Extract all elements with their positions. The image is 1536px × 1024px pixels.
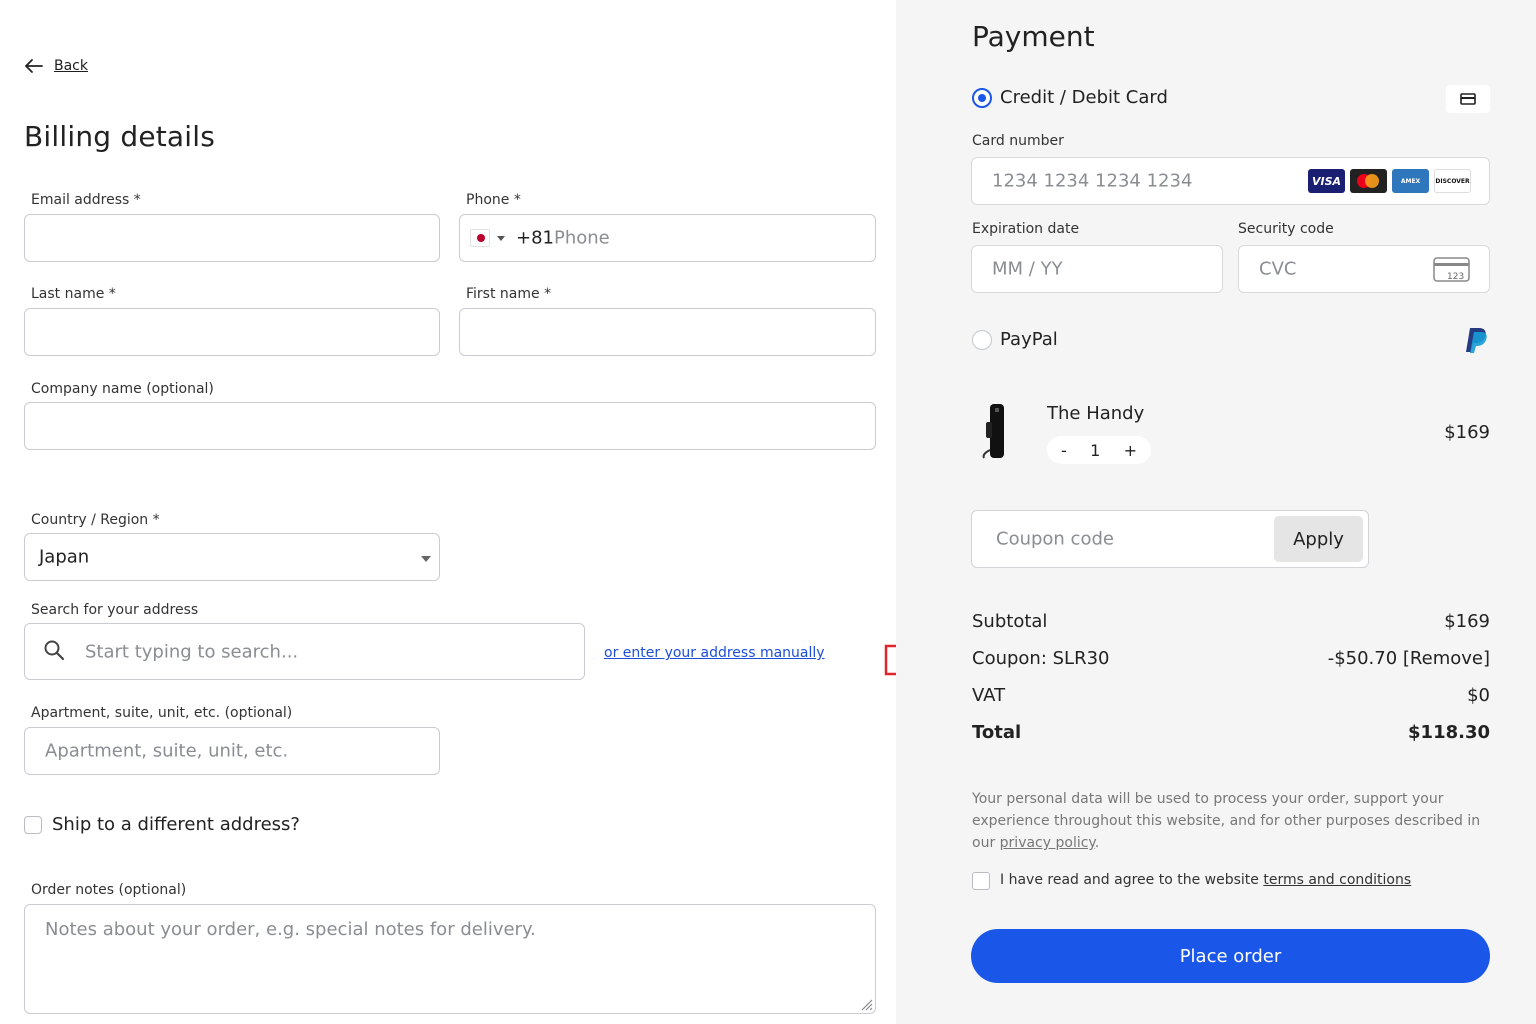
country-select[interactable]: Japan xyxy=(24,533,440,581)
country-value: Japan xyxy=(39,546,90,568)
coupon-row: Coupon: SLR30 -$50.70 [Remove] xyxy=(972,648,1490,669)
search-placeholder: Start typing to search... xyxy=(85,641,299,662)
security-code-input[interactable]: CVC 123 xyxy=(1238,245,1490,293)
phone-label: Phone * xyxy=(466,192,521,208)
last-name-label: Last name * xyxy=(31,286,116,302)
last-name-field[interactable] xyxy=(24,308,440,356)
resize-handle-icon[interactable] xyxy=(857,995,873,1011)
vat-value: $0 xyxy=(1467,685,1490,706)
place-order-button[interactable]: Place order xyxy=(971,929,1490,983)
address-search-input[interactable]: Start typing to search... xyxy=(24,623,585,680)
terms-text: I have read and agree to the website xyxy=(1000,872,1264,888)
coupon-placeholder: Coupon code xyxy=(996,528,1114,550)
security-code-placeholder: CVC xyxy=(1259,258,1297,280)
arrow-left-icon xyxy=(25,59,43,73)
increase-quantity-button[interactable]: + xyxy=(1124,441,1137,460)
visa-icon: VISA xyxy=(1308,169,1345,193)
back-label: Back xyxy=(54,58,88,74)
product-price: $169 xyxy=(1444,422,1490,443)
japan-flag-icon[interactable] xyxy=(470,229,490,247)
apply-coupon-button[interactable]: Apply xyxy=(1274,516,1363,562)
coupon-input[interactable]: Coupon code Apply xyxy=(971,510,1369,568)
quantity-value: 1 xyxy=(1090,440,1101,460)
terms-link[interactable]: terms and conditions xyxy=(1263,872,1411,888)
card-number-placeholder: 1234 1234 1234 1234 xyxy=(992,170,1193,192)
card-number-label: Card number xyxy=(972,133,1064,149)
card-option-label[interactable]: Credit / Debit Card xyxy=(1000,87,1168,108)
email-field[interactable] xyxy=(24,214,440,262)
card-badge xyxy=(1446,85,1490,113)
paypal-option-label[interactable]: PayPal xyxy=(1000,329,1058,350)
security-code-label: Security code xyxy=(1238,221,1334,237)
total-row: Total $118.30 xyxy=(972,722,1490,743)
mastercard-icon xyxy=(1350,169,1387,193)
subtotal-label: Subtotal xyxy=(972,611,1048,632)
cvc-icon-text: 123 xyxy=(1447,272,1464,282)
order-notes-placeholder: Notes about your order, e.g. special not… xyxy=(45,919,536,940)
billing-panel: Back Billing details Email address * Pho… xyxy=(0,0,896,1024)
decrease-quantity-button[interactable]: - xyxy=(1061,441,1067,460)
order-notes-label: Order notes (optional) xyxy=(31,882,187,898)
total-value: $118.30 xyxy=(1408,722,1490,743)
expiration-input[interactable]: MM / YY xyxy=(971,245,1223,293)
back-link[interactable]: Back xyxy=(24,56,88,76)
card-brands: VISA AMEX DISCOVER xyxy=(1308,169,1471,193)
discover-icon: DISCOVER xyxy=(1434,169,1471,193)
card-number-input[interactable]: 1234 1234 1234 1234 VISA AMEX DISCOVER xyxy=(971,157,1490,205)
payment-title: Payment xyxy=(972,20,1095,53)
coupon-discount-value[interactable]: -$50.70 [Remove] xyxy=(1328,648,1490,669)
ship-different-label: Ship to a different address? xyxy=(52,814,300,835)
coupon-label: Coupon: SLR30 xyxy=(972,648,1110,669)
privacy-policy-link[interactable]: privacy policy xyxy=(1000,835,1095,851)
privacy-end: . xyxy=(1094,835,1100,851)
first-name-label: First name * xyxy=(466,286,552,302)
chevron-down-icon xyxy=(421,556,431,562)
apartment-field[interactable]: Apartment, suite, unit, etc. xyxy=(24,727,440,775)
apartment-label: Apartment, suite, unit, etc. (optional) xyxy=(31,705,293,721)
subtotal-row: Subtotal $169 xyxy=(972,611,1490,632)
search-icon xyxy=(44,640,65,661)
enter-address-manually-link[interactable]: or enter your address manually xyxy=(604,645,825,661)
product-image xyxy=(982,404,1004,459)
expiration-placeholder: MM / YY xyxy=(992,258,1063,280)
phone-country-code: +81 xyxy=(516,227,554,249)
search-address-label: Search for your address xyxy=(31,602,199,618)
terms-checkbox[interactable] xyxy=(972,872,990,890)
paypal-icon xyxy=(1466,328,1487,353)
credit-card-icon xyxy=(1460,93,1476,105)
apartment-placeholder: Apartment, suite, unit, etc. xyxy=(45,740,289,762)
total-label: Total xyxy=(972,722,1022,743)
country-label: Country / Region * xyxy=(31,512,160,528)
amex-icon: AMEX xyxy=(1392,169,1429,193)
terms-label: I have read and agree to the website ter… xyxy=(1000,872,1411,888)
chevron-down-icon[interactable] xyxy=(497,236,505,241)
expiration-label: Expiration date xyxy=(972,221,1080,237)
ship-different-checkbox[interactable] xyxy=(24,816,42,834)
subtotal-value: $169 xyxy=(1444,611,1490,632)
product-name: The Handy xyxy=(1047,403,1145,424)
payment-panel: Payment Credit / Debit Card Card number … xyxy=(896,0,1536,1024)
vat-row: VAT $0 xyxy=(972,685,1490,706)
first-name-field[interactable] xyxy=(459,308,876,356)
order-notes-textarea[interactable]: Notes about your order, e.g. special not… xyxy=(24,904,876,1014)
phone-field[interactable]: +81 Phone xyxy=(459,214,876,262)
phone-placeholder: Phone xyxy=(554,227,610,249)
card-radio[interactable] xyxy=(972,88,992,108)
company-field[interactable] xyxy=(24,402,876,450)
privacy-notice: Your personal data will be used to proce… xyxy=(972,788,1492,854)
vat-label: VAT xyxy=(972,685,1006,706)
email-label: Email address * xyxy=(31,192,141,208)
company-label: Company name (optional) xyxy=(31,381,214,397)
cvc-card-icon: 123 xyxy=(1433,257,1470,282)
quantity-stepper: - 1 + xyxy=(1047,436,1151,464)
page-title: Billing details xyxy=(24,120,216,153)
paypal-radio[interactable] xyxy=(972,330,992,350)
